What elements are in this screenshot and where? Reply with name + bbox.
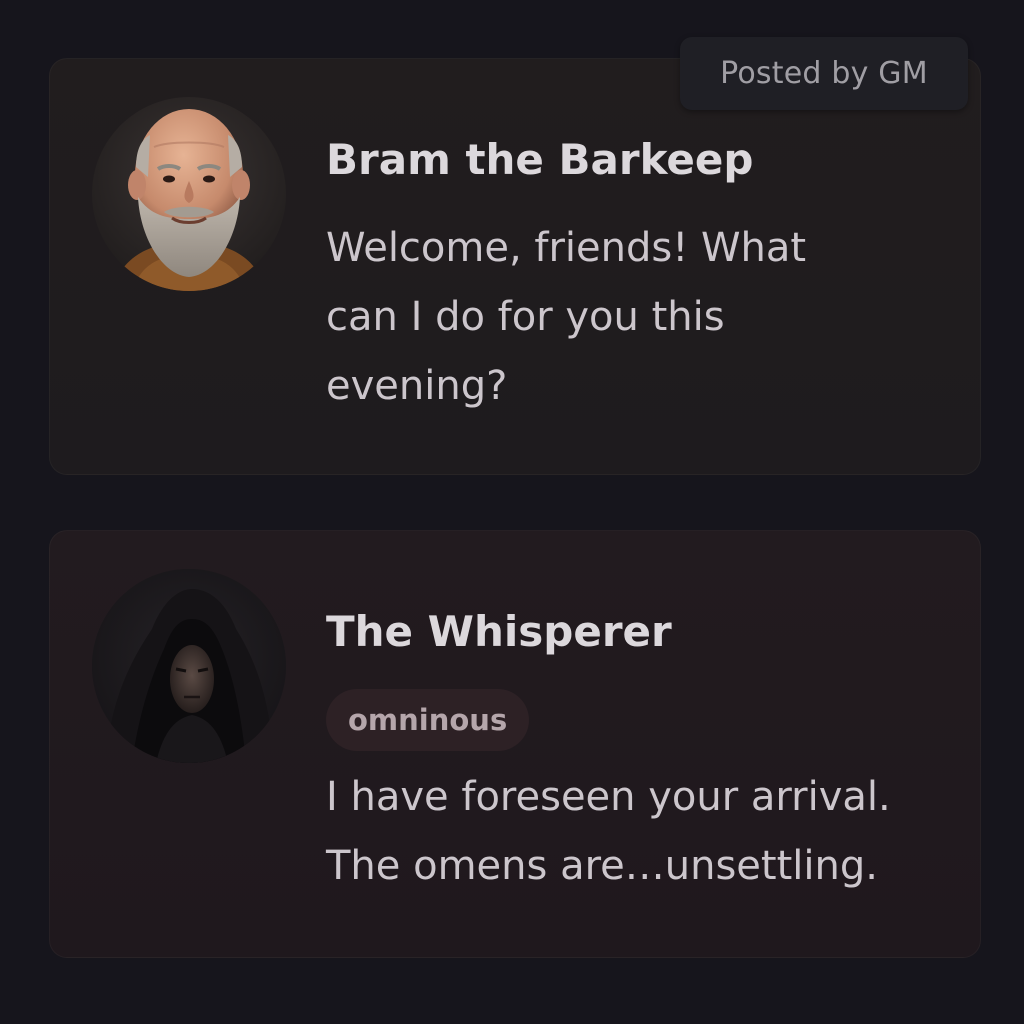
npc-dialogue-feed: Posted by GM Bram the Barkeep Welcome, f…	[0, 0, 1024, 1024]
barkeep-portrait-icon[interactable]	[92, 97, 286, 291]
tone-tag: omninous	[326, 689, 530, 751]
posted-by-badge: Posted by GM	[680, 37, 968, 110]
barkeep-portrait-svg	[92, 97, 286, 291]
speaker-name: Bram the Barkeep	[326, 135, 754, 184]
message-text: Welcome, friends! What can I do for you …	[326, 225, 807, 409]
hooded-figure-portrait-icon[interactable]	[92, 569, 286, 763]
npc-message-card[interactable]: The Whisperer omninous I have foreseen y…	[49, 530, 981, 958]
speaker-name: The Whisperer	[326, 607, 672, 656]
message-text: I have foreseen your arrival. The omens …	[326, 774, 891, 889]
hooded-figure-portrait-svg	[92, 569, 286, 763]
npc-message-card[interactable]: Bram the Barkeep Welcome, friends! What …	[49, 58, 981, 475]
